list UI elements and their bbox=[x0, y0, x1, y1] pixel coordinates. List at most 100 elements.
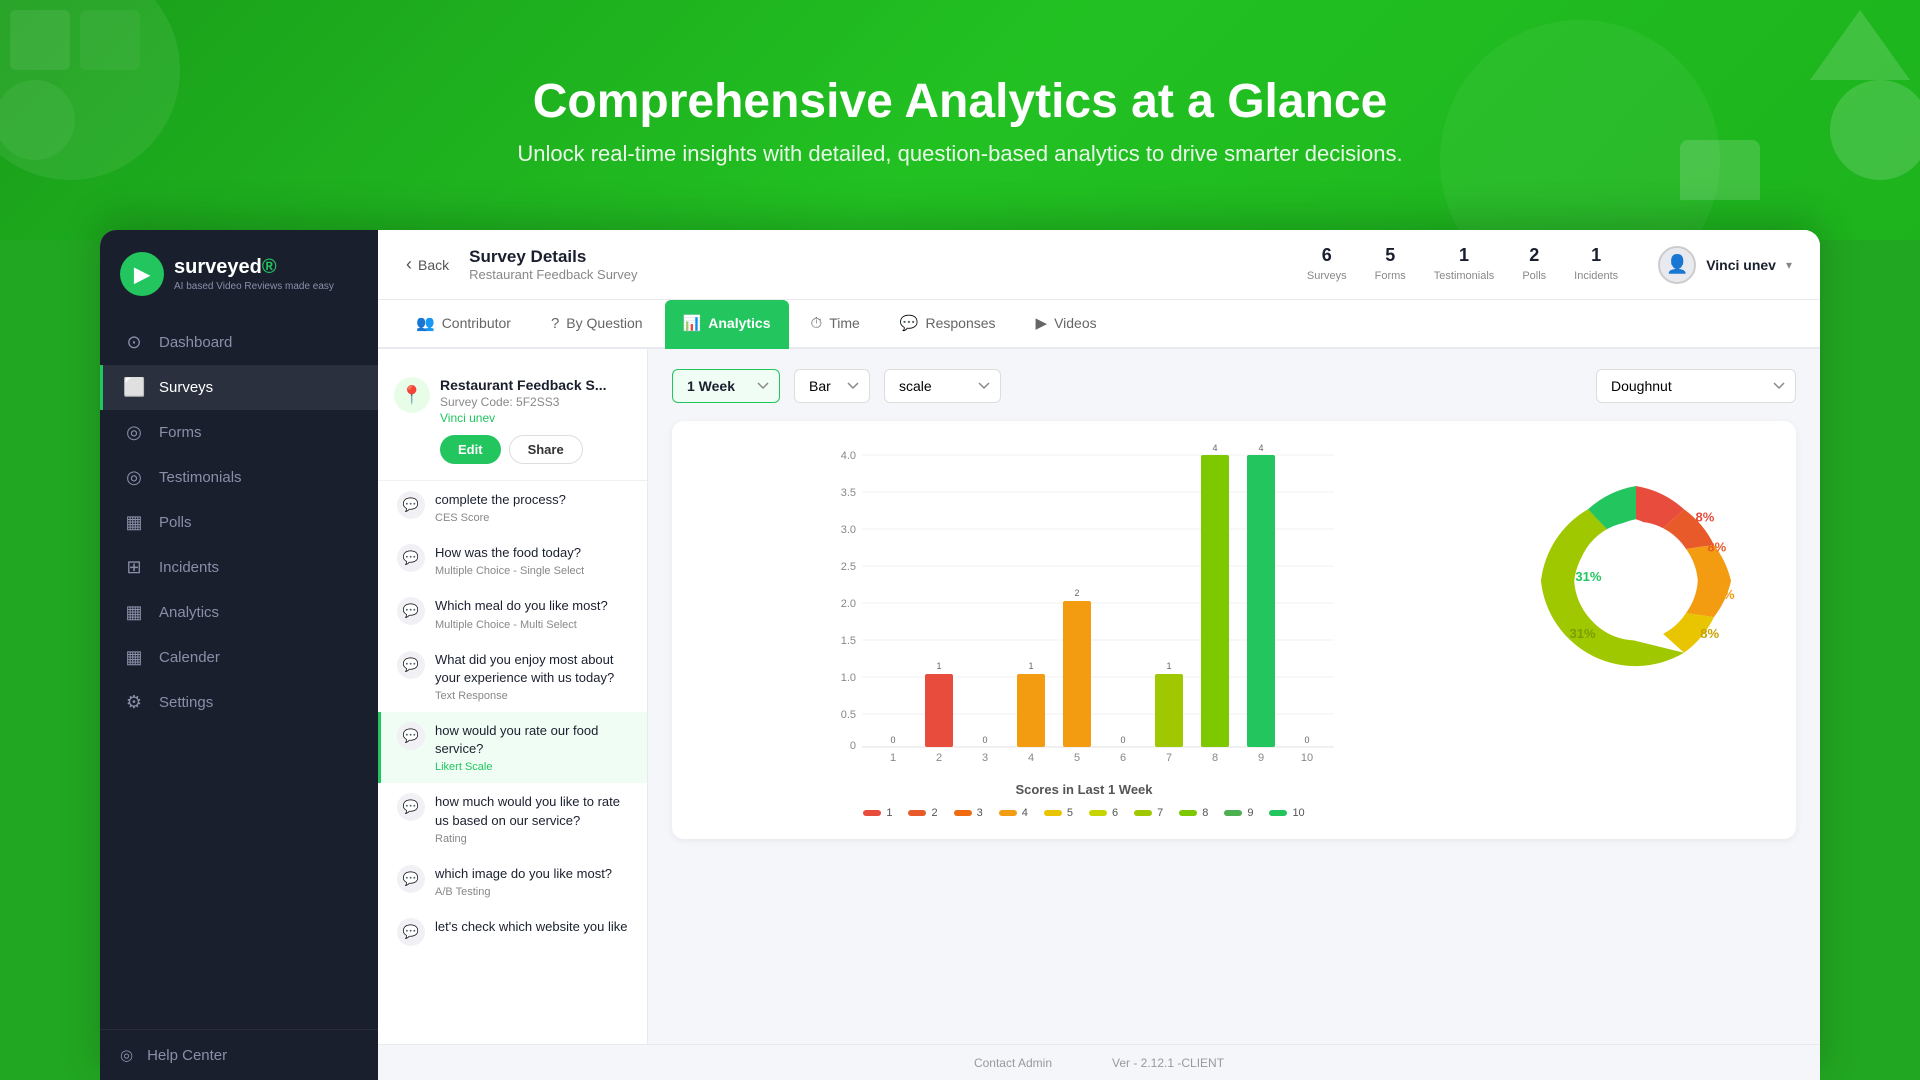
q-icon-1: 💬 bbox=[397, 491, 425, 519]
svg-text:4: 4 bbox=[1028, 752, 1034, 764]
legend-2: 2 bbox=[908, 807, 937, 819]
tab-time-label: Time bbox=[829, 315, 860, 331]
help-center-item[interactable]: ◎ Help Center bbox=[120, 1046, 358, 1064]
chart-title: Scores in Last 1 Week bbox=[692, 782, 1476, 797]
tab-videos-label: Videos bbox=[1054, 315, 1097, 331]
question-item-7[interactable]: 💬 which image do you like most? A/B Test… bbox=[378, 855, 647, 908]
tab-responses[interactable]: 💬 Responses bbox=[882, 300, 1014, 349]
tab-time[interactable]: ⏱ Time bbox=[793, 301, 878, 349]
sidebar-item-calender[interactable]: ▦ Calender bbox=[100, 635, 378, 680]
help-label: Help Center bbox=[147, 1047, 227, 1064]
question-item-2[interactable]: 💬 How was the food today? Multiple Choic… bbox=[378, 534, 647, 587]
legend-8: 8 bbox=[1179, 807, 1208, 819]
sidebar-item-surveys[interactable]: ⬜ Surveys bbox=[100, 365, 378, 410]
svg-text:2: 2 bbox=[936, 752, 942, 764]
sidebar-item-analytics[interactable]: ▦ Analytics bbox=[100, 590, 378, 635]
svg-text:0.5: 0.5 bbox=[841, 709, 856, 721]
svg-text:31%: 31% bbox=[1575, 569, 1602, 584]
question-item-5[interactable]: 💬 how would you rate our food service? L… bbox=[378, 712, 647, 783]
help-icon: ◎ bbox=[120, 1046, 133, 1064]
q-text-3: Which meal do you like most? bbox=[435, 597, 608, 615]
polls-count: 2 bbox=[1522, 245, 1546, 266]
question-item-4[interactable]: 💬 What did you enjoy most about your exp… bbox=[378, 641, 647, 712]
tab-videos[interactable]: ▶ Videos bbox=[1018, 300, 1115, 349]
question-item-6[interactable]: 💬 how much would you like to rate us bas… bbox=[378, 783, 647, 854]
q-type-2: Multiple Choice - Single Select bbox=[435, 565, 584, 577]
legend-9: 9 bbox=[1224, 807, 1253, 819]
tab-byquestion[interactable]: ? By Question bbox=[533, 301, 661, 349]
testimonials-label: Testimonials bbox=[1434, 270, 1495, 282]
sidebar-item-forms[interactable]: ◎ Forms bbox=[100, 410, 378, 455]
svg-text:31%: 31% bbox=[1569, 626, 1596, 641]
legend-10: 10 bbox=[1269, 807, 1304, 819]
doughnut-svg: 8% 8% 15% 8% 31% 31% bbox=[1516, 461, 1756, 701]
svg-text:9: 9 bbox=[1258, 752, 1264, 764]
incidents-icon: ⊞ bbox=[123, 557, 145, 578]
sidebar-item-label: Testimonials bbox=[159, 469, 242, 486]
user-area[interactable]: 👤 Vinci unev ▾ bbox=[1658, 246, 1792, 284]
svg-text:2.5: 2.5 bbox=[841, 561, 856, 573]
doughnut-filter[interactable]: Doughnut Pie bbox=[1596, 369, 1796, 403]
hero-title: Comprehensive Analytics at a Glance bbox=[533, 74, 1388, 129]
sidebar-item-dashboard[interactable]: ⊙ Dashboard bbox=[100, 320, 378, 365]
doughnut-wrap: 8% 8% 15% 8% 31% 31% bbox=[1496, 461, 1776, 701]
tab-analytics-label: Analytics bbox=[708, 315, 770, 331]
polls-label: Polls bbox=[1522, 270, 1546, 282]
q-type-6: Rating bbox=[435, 833, 631, 845]
q-text-7: which image do you like most? bbox=[435, 865, 612, 883]
q-icon-4: 💬 bbox=[397, 651, 425, 679]
chart-type-filter[interactable]: Bar Line Area bbox=[794, 369, 870, 403]
q-icon-8: 💬 bbox=[397, 918, 425, 946]
svg-text:3.5: 3.5 bbox=[841, 487, 856, 499]
charts-container: 4.0 3.5 3.0 2.5 2.0 1.5 1.0 0.5 0 bbox=[672, 421, 1796, 839]
legend-3: 3 bbox=[954, 807, 983, 819]
logo-tagline: AI based Video Reviews made easy bbox=[174, 281, 334, 292]
stat-incidents: 1 Incidents bbox=[1574, 245, 1618, 284]
analytics-tab-icon: 📊 bbox=[683, 314, 702, 332]
sidebar-item-incidents[interactable]: ⊞ Incidents bbox=[100, 545, 378, 590]
question-item-3[interactable]: 💬 Which meal do you like most? Multiple … bbox=[378, 587, 647, 640]
sidebar: ▶ surveyed® AI based Video Reviews made … bbox=[100, 230, 378, 1080]
svg-text:7: 7 bbox=[1166, 752, 1172, 764]
sidebar-item-settings[interactable]: ⚙ Settings bbox=[100, 680, 378, 725]
q-type-4: Text Response bbox=[435, 690, 631, 702]
responses-icon: 💬 bbox=[900, 314, 919, 332]
q-text-1: complete the process? bbox=[435, 491, 566, 509]
svg-text:8%: 8% bbox=[1695, 510, 1714, 525]
surveys-icon: ⬜ bbox=[123, 377, 145, 398]
q-text-4: What did you enjoy most about your exper… bbox=[435, 651, 631, 687]
back-arrow-icon: ‹ bbox=[406, 254, 412, 275]
tab-analytics[interactable]: 📊 Analytics bbox=[665, 300, 789, 349]
user-avatar: 👤 bbox=[1658, 246, 1696, 284]
q-icon-6: 💬 bbox=[397, 793, 425, 821]
stat-polls: 2 Polls bbox=[1522, 245, 1546, 284]
svg-text:10: 10 bbox=[1301, 752, 1313, 764]
svg-text:5: 5 bbox=[1074, 752, 1080, 764]
edit-button[interactable]: Edit bbox=[440, 435, 501, 464]
questions-panel: 📍 Restaurant Feedback S... Survey Code: … bbox=[378, 349, 648, 1044]
sidebar-item-testimonials[interactable]: ◎ Testimonials bbox=[100, 455, 378, 500]
tab-contributor[interactable]: 👥 Contributor bbox=[398, 300, 529, 349]
back-button[interactable]: ‹ Back bbox=[406, 254, 449, 275]
tabs-bar: 👥 Contributor ? By Question 📊 Analytics … bbox=[378, 300, 1820, 349]
survey-card-code: Survey Code: 5F2SS3 bbox=[440, 395, 631, 409]
survey-card-user: Vinci unev bbox=[440, 411, 631, 425]
filter-bar: 1 Week 2 Weeks 1 Month 3 Months Bar Line… bbox=[672, 369, 1796, 403]
question-item-8[interactable]: 💬 let's check which website you like bbox=[378, 908, 647, 956]
q-type-1: CES Score bbox=[435, 512, 566, 524]
sidebar-item-polls[interactable]: ▦ Polls bbox=[100, 500, 378, 545]
svg-text:4: 4 bbox=[1212, 443, 1217, 453]
question-item-1[interactable]: 💬 complete the process? CES Score bbox=[378, 481, 647, 534]
svg-text:15%: 15% bbox=[1708, 587, 1735, 602]
svg-text:1.0: 1.0 bbox=[841, 672, 856, 684]
legend-7: 7 bbox=[1134, 807, 1163, 819]
week-filter[interactable]: 1 Week 2 Weeks 1 Month 3 Months bbox=[672, 369, 780, 403]
survey-card: 📍 Restaurant Feedback S... Survey Code: … bbox=[378, 365, 647, 481]
q-type-5: Likert Scale bbox=[435, 761, 631, 773]
topbar-stats: 6 Surveys 5 Forms 1 Testimonials 2 Polls… bbox=[1307, 245, 1618, 284]
analytics-area: 1 Week 2 Weeks 1 Month 3 Months Bar Line… bbox=[648, 349, 1820, 1044]
survey-card-name: Restaurant Feedback S... bbox=[440, 377, 631, 393]
scale-filter[interactable]: scale percentage count bbox=[884, 369, 1001, 403]
legend-1: 1 bbox=[863, 807, 892, 819]
share-button[interactable]: Share bbox=[509, 435, 583, 464]
